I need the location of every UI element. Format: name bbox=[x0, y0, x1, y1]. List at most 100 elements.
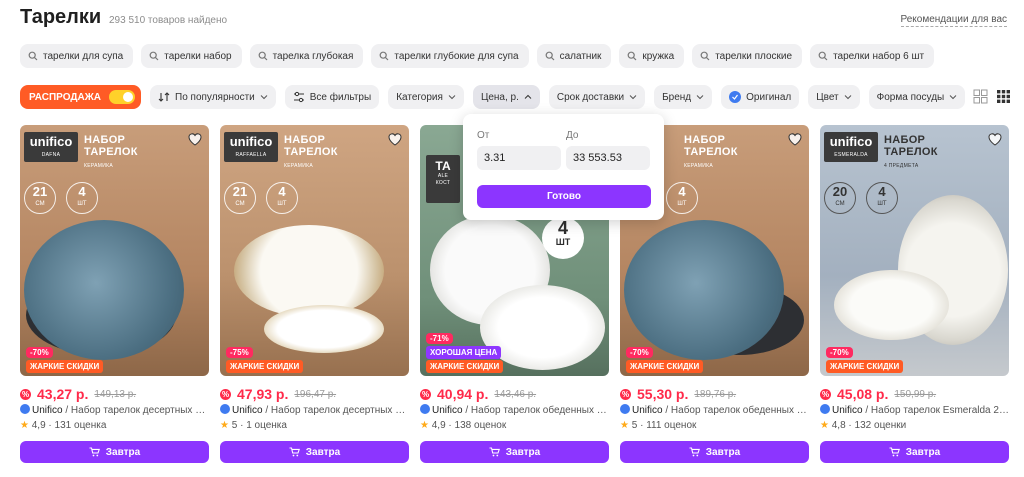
delivery-label: Срок доставки bbox=[556, 91, 625, 103]
sale-switch[interactable] bbox=[109, 90, 135, 104]
search-suggestions: тарелки для супа тарелки набор тарелка г… bbox=[20, 44, 935, 68]
product-image[interactable]: unifico ESMERALDA НАБОР ТАРЕЛОК 4 ПРЕДМЕТА … bbox=[820, 125, 1009, 376]
star-icon: ★ bbox=[20, 420, 29, 431]
verified-icon bbox=[220, 404, 230, 414]
price-from-input[interactable]: 3.31 bbox=[477, 146, 561, 170]
product-rating: ★ 4,9 · 131 оценка bbox=[20, 420, 107, 431]
add-to-cart-button[interactable]: Завтра bbox=[220, 441, 409, 463]
old-price: 196,47 р. bbox=[294, 388, 337, 400]
current-price: 45,08 р. bbox=[837, 386, 889, 402]
original-label: Оригинал bbox=[746, 91, 792, 103]
suggestion-chip[interactable]: тарелки плоские bbox=[692, 44, 803, 68]
suggestion-chip[interactable]: тарелки для супа bbox=[20, 44, 134, 68]
suggestion-label: тарелки для супа bbox=[43, 50, 124, 62]
search-icon bbox=[545, 51, 555, 61]
quantity-badge: 4 ШТ bbox=[266, 182, 298, 214]
product-image[interactable]: unifico DAFNA НАБОР ТАРЕЛОК КЕРАМИКА 21 СМ 4… bbox=[20, 125, 209, 376]
star-icon: ★ bbox=[620, 420, 629, 431]
suggestion-chip[interactable]: тарелки глубокие для супа bbox=[371, 44, 529, 68]
plate-graphic bbox=[234, 225, 384, 317]
apply-price-button[interactable]: Готово bbox=[477, 185, 651, 208]
discount-badge: -70% bbox=[826, 347, 853, 358]
all-filters-button[interactable]: Все фильтры bbox=[284, 85, 380, 109]
quantity-badge: 4 ШТ bbox=[866, 182, 898, 214]
verified-icon bbox=[20, 404, 30, 414]
suggestion-chip[interactable]: тарелки набор 6 шт bbox=[810, 44, 935, 68]
verified-icon bbox=[620, 404, 630, 414]
price-from-label: От bbox=[477, 130, 490, 141]
price-to-input[interactable]: 33 553.53 bbox=[566, 146, 650, 170]
page-title: Тарелки bbox=[20, 6, 102, 28]
product-rating: ★ 4,8 · 132 оценки bbox=[820, 420, 907, 431]
suggestion-chip[interactable]: тарелка глубокая bbox=[249, 44, 364, 68]
product-card[interactable]: unifico ESMERALDA НАБОР ТАРЕЛОК 4 ПРЕДМЕТА … bbox=[820, 125, 1009, 463]
image-title: НАБОР ТАРЕЛОК КЕРАМИКА bbox=[84, 134, 138, 169]
chevron-down-icon bbox=[696, 95, 704, 100]
heart-icon[interactable] bbox=[187, 131, 203, 147]
search-icon bbox=[380, 51, 389, 61]
search-icon bbox=[149, 51, 159, 61]
quantity-badge: 4 ШТ bbox=[666, 182, 698, 214]
promo-badge: ЖАРКИЕ СКИДКИ bbox=[26, 360, 104, 373]
chevron-down-icon bbox=[448, 95, 456, 100]
current-price: 47,93 р. bbox=[237, 386, 289, 402]
old-price: 149,13 р. bbox=[94, 388, 137, 400]
price-tag-icon: % bbox=[220, 388, 231, 400]
verified-icon bbox=[820, 404, 830, 414]
sale-toggle-button[interactable]: РАСПРОДАЖА bbox=[20, 85, 141, 109]
suggestion-chip[interactable]: салатник bbox=[536, 44, 612, 68]
promo-badge: ЖАРКИЕ СКИДКИ bbox=[226, 360, 304, 373]
search-icon bbox=[258, 51, 268, 61]
product-card[interactable]: unifico RAFFAELLA НАБОР ТАРЕЛОК КЕРАМИКА 21… bbox=[220, 125, 409, 463]
chevron-down-icon bbox=[949, 95, 957, 100]
star-icon: ★ bbox=[420, 420, 429, 431]
product-card[interactable]: unifico DAFNA НАБОР ТАРЕЛОК КЕРАМИКА 21 СМ 4… bbox=[20, 125, 209, 463]
product-rating: ★ 5 · 1 оценка bbox=[220, 420, 287, 431]
product-name[interactable]: Unifico / Набор тарелок десертных Dafna bbox=[20, 404, 209, 418]
sort-recommendations-link[interactable]: Рекомендации для вас bbox=[900, 14, 1007, 27]
product-name[interactable]: Unifico / Набор тарелок обеденных 27 см bbox=[620, 404, 809, 418]
color-dropdown[interactable]: Цвет bbox=[808, 85, 860, 109]
product-name[interactable]: Unifico / Набор тарелок Esmeralda 20 см bbox=[820, 404, 1009, 418]
original-filter-button[interactable]: Оригинал bbox=[721, 85, 800, 109]
add-to-cart-button[interactable]: Завтра bbox=[620, 441, 809, 463]
discount-badge: -70% bbox=[26, 347, 53, 358]
price-tag-icon: % bbox=[820, 388, 831, 400]
cart-icon bbox=[489, 447, 500, 457]
add-to-cart-button[interactable]: Завтра bbox=[420, 441, 609, 463]
image-title: НАБОР ТАРЕЛОК 4 ПРЕДМЕТА bbox=[884, 134, 938, 169]
add-to-cart-button[interactable]: Завтра bbox=[820, 441, 1009, 463]
heart-icon[interactable] bbox=[987, 131, 1003, 147]
shape-dropdown[interactable]: Форма посуды bbox=[868, 85, 966, 109]
heart-icon[interactable] bbox=[387, 131, 403, 147]
results-count: 293 510 товаров найдено bbox=[109, 15, 228, 26]
suggestion-label: тарелки плоские bbox=[715, 50, 793, 62]
grid-large-view-icon[interactable] bbox=[973, 89, 988, 104]
product-name[interactable]: Unifico / Набор тарелок обеденных Alessa… bbox=[420, 404, 609, 418]
grid-small-view-icon[interactable] bbox=[996, 89, 1011, 104]
delivery-dropdown[interactable]: Срок доставки bbox=[548, 85, 646, 109]
suggestion-chip[interactable]: кружка bbox=[619, 44, 685, 68]
quantity-badge: 4 ШТ bbox=[66, 182, 98, 214]
price-dropdown[interactable]: Цена, р. bbox=[472, 85, 540, 109]
heart-icon[interactable] bbox=[787, 131, 803, 147]
shape-label: Форма посуды bbox=[876, 91, 945, 103]
suggestion-chip[interactable]: тарелки набор bbox=[141, 44, 242, 68]
image-title: НАБОР ТАРЕЛОК КЕРАМИКА bbox=[284, 134, 338, 169]
category-dropdown[interactable]: Категория bbox=[388, 85, 464, 109]
sort-dropdown[interactable]: По популярности bbox=[150, 85, 276, 109]
suggestion-label: тарелки набор bbox=[164, 50, 232, 62]
price-tag-icon: % bbox=[620, 388, 631, 400]
search-icon bbox=[28, 51, 38, 61]
verified-icon bbox=[420, 404, 430, 414]
product-name[interactable]: Unifico / Набор тарелок десертных керами… bbox=[220, 404, 409, 418]
discount-badge: -71% bbox=[426, 333, 453, 344]
color-label: Цвет bbox=[816, 91, 839, 103]
price-to-label: До bbox=[566, 130, 579, 141]
promo-badge: ЖАРКИЕ СКИДКИ bbox=[826, 360, 904, 373]
add-to-cart-button[interactable]: Завтра bbox=[20, 441, 209, 463]
current-price: 43,27 р. bbox=[37, 386, 89, 402]
product-image[interactable]: unifico RAFFAELLA НАБОР ТАРЕЛОК КЕРАМИКА 21… bbox=[220, 125, 409, 376]
brand-dropdown[interactable]: Бренд bbox=[654, 85, 713, 109]
price-tag-icon: % bbox=[420, 388, 431, 400]
